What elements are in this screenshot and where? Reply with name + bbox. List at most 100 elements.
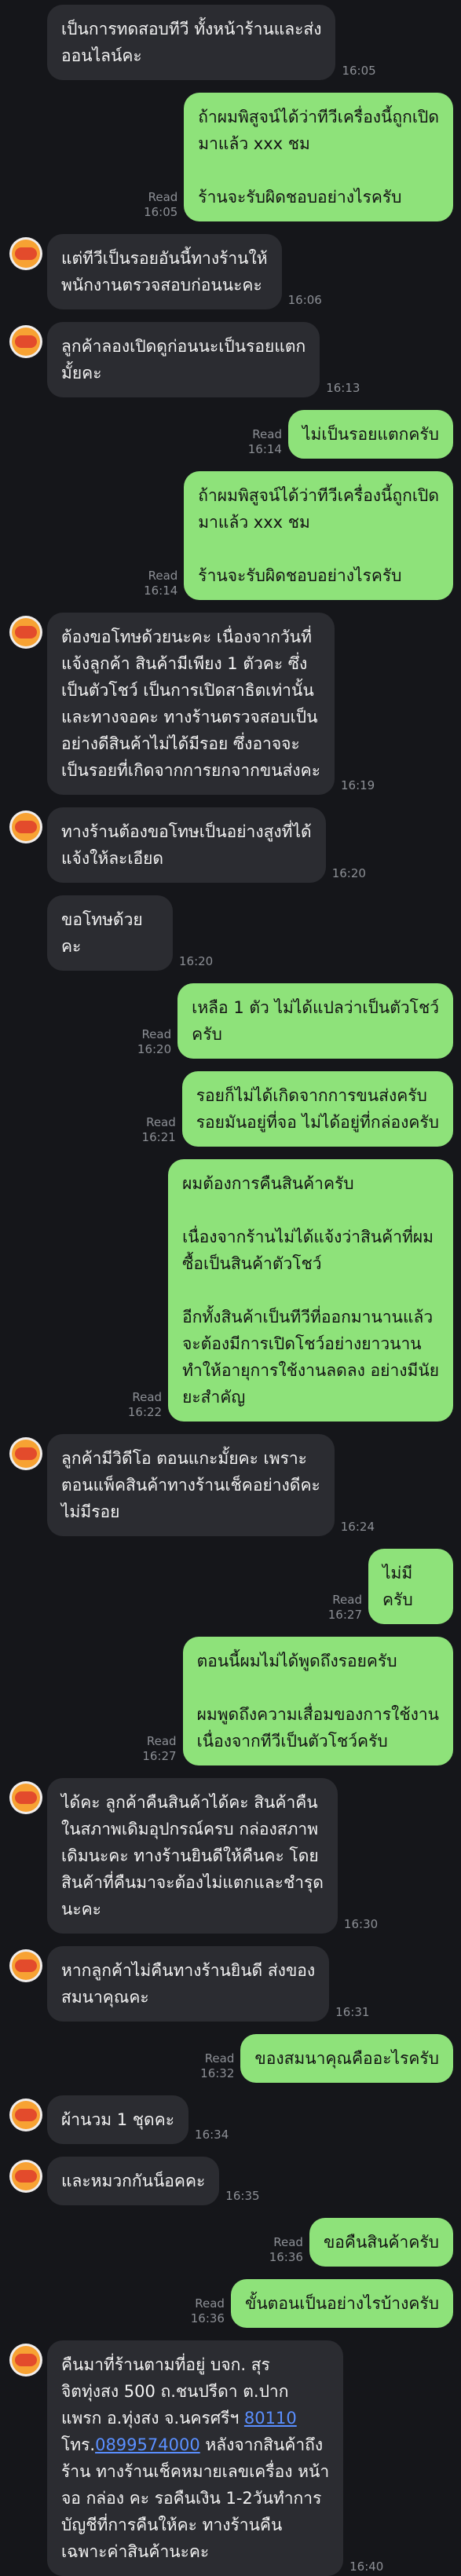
avatar-logo-icon <box>12 1784 40 1812</box>
incoming-message: หากลูกค้าไม่คืนทางร้านยินดี ส่งของ สมนาค… <box>0 1946 461 2022</box>
message-bubble[interactable]: ตอนนี้ผมไม่ได้พูดถึงรอยครับ ผมพูดถึงความ… <box>182 1637 453 1766</box>
outgoing-message: Read 16:20 เหลือ 1 ตัว ไม่ได้แปลว่าเป็นตัว… <box>0 983 461 1059</box>
message-bubble[interactable]: ทางร้านต้องขอโทษเป็นอย่างสูงที่ได้ แจ้งใ… <box>47 807 326 883</box>
message-meta: 16:20 <box>332 866 366 881</box>
message-timestamp: 16:40 <box>349 2560 384 2574</box>
message-meta: Read 16:27 <box>142 1734 176 1764</box>
incoming-message: ทางร้านต้องขอโทษเป็นอย่างสูงที่ได้ แจ้งใ… <box>0 807 461 883</box>
message-bubble[interactable]: ผมต้องการคืนสินค้าครับ เนื่องจากร้านไม่ไ… <box>168 1159 453 1422</box>
chat-thread: เป็นการทดสอบทีวี ทั้งหน้าร้านและส่ง ออนไ… <box>0 0 461 2576</box>
message-timestamp: 16:14 <box>144 584 178 598</box>
message-timestamp: 16:36 <box>190 2311 225 2325</box>
message-timestamp: 16:21 <box>141 1130 176 1144</box>
shop-avatar[interactable] <box>9 616 42 649</box>
outgoing-message: Read 16:14 ไม่เป็นรอยแตกครับ <box>0 410 461 459</box>
read-receipt: Read <box>252 427 282 441</box>
incoming-message: ลูกค้าลองเปิดดูก่อนนะเป็นรอยแตก มั้ยคะ 16… <box>0 322 461 397</box>
message-link[interactable]: 0899574000 <box>95 2435 200 2454</box>
message-bubble[interactable]: ลูกค้าลองเปิดดูก่อนนะเป็นรอยแตก มั้ยคะ <box>47 322 320 397</box>
message-bubble[interactable]: หากลูกค้าไม่คืนทางร้านยินดี ส่งของ สมนาค… <box>47 1946 330 2022</box>
avatar-logo-icon <box>12 240 40 268</box>
shop-avatar[interactable] <box>9 1949 42 1982</box>
message-meta: 16:20 <box>179 954 213 969</box>
message-timestamp: 16:31 <box>335 2005 370 2019</box>
outgoing-message: Read 16:32 ของสมนาคุณคืออะไรครับ <box>0 2034 461 2083</box>
shop-avatar[interactable] <box>9 2344 42 2377</box>
message-meta: 16:19 <box>341 778 375 793</box>
message-bubble[interactable]: ลูกค้ามีวิดีโอ ตอนแกะมั้ยคะ เพราะ ตอนแพ็… <box>47 1434 335 1536</box>
message-timestamp: 16:34 <box>195 2128 229 2142</box>
message-timestamp: 16:22 <box>127 1405 163 1419</box>
message-bubble[interactable]: ถ้าผมพิสูจน์ได้ว่าทีวีเครื่องนี้ถูกเปิด … <box>184 93 453 221</box>
message-bubble[interactable]: และหมวกกันน็อคคะ <box>47 2157 220 2205</box>
message-bubble[interactable]: ถ้าผมพิสูจน์ได้ว่าทีวีเครื่องนี้ถูกเปิด … <box>184 471 453 600</box>
message-timestamp: 16:13 <box>326 381 360 395</box>
message-timestamp: 16:36 <box>269 2250 303 2264</box>
avatar-logo-icon <box>12 2162 40 2190</box>
incoming-message: ได้คะ ลูกค้าคืนสินค้าได้คะ สินค้าคืน ในส… <box>0 1778 461 1934</box>
shop-avatar[interactable] <box>9 1781 42 1814</box>
message-bubble[interactable]: ของสมนาคุณคืออะไรครับ <box>240 2034 453 2083</box>
message-meta: Read 16:36 <box>269 2235 303 2265</box>
read-receipt: Read <box>146 1115 176 1129</box>
shop-avatar[interactable] <box>9 2160 42 2193</box>
message-bubble[interactable]: แต่ทีวีเป็นรอยอันนี้ทางร้านให้ พนักงานตร… <box>47 234 282 309</box>
shop-avatar[interactable] <box>9 810 42 843</box>
message-timestamp: 16:32 <box>200 2066 235 2080</box>
outgoing-message: Read 16:27 ตอนนี้ผมไม่ได้พูดถึงรอยครับ ผมพ… <box>0 1637 461 1766</box>
outgoing-message: Read 16:21 รอยก็ไม่ได้เกิดจากการขนส่งครับ … <box>0 1071 461 1147</box>
message-meta: 16:35 <box>225 2189 259 2204</box>
message-timestamp: 16:35 <box>225 2189 260 2203</box>
outgoing-message: Read 16:27 ไม่มีครับ <box>0 1549 461 1624</box>
shop-avatar[interactable] <box>9 1437 42 1470</box>
message-meta: 16:24 <box>341 1520 375 1535</box>
message-bubble[interactable]: เหลือ 1 ตัว ไม่ได้แปลว่าเป็นตัวโชว์ ครับ <box>177 983 453 1059</box>
avatar-logo-icon <box>12 2346 40 2374</box>
message-timestamp: 16:27 <box>142 1749 177 1763</box>
avatar-logo-icon <box>12 1952 40 1980</box>
read-receipt: Read <box>146 1734 177 1748</box>
message-meta: 16:30 <box>344 1917 378 1932</box>
message-timestamp: 16:06 <box>287 293 322 307</box>
read-receipt: Read <box>204 2051 235 2066</box>
incoming-message: ต้องขอโทษด้วยนะคะ เนื่องจากวันที่ แจ้งลู… <box>0 613 461 795</box>
message-timestamp: 16:20 <box>137 1042 172 1056</box>
message-bubble[interactable]: ไม่เป็นรอยแตกครับ <box>287 410 453 459</box>
read-receipt: Read <box>141 1027 172 1041</box>
message-bubble[interactable]: ขั้นตอนเป็นอย่างไรบ้างครับ <box>230 2279 453 2328</box>
message-link[interactable]: 80110 <box>244 2409 297 2428</box>
shop-avatar[interactable] <box>9 2098 42 2131</box>
message-timestamp: 16:19 <box>340 778 375 792</box>
read-receipt: Read <box>132 1390 163 1404</box>
message-meta: Read 16:22 <box>128 1390 162 1420</box>
message-meta: 16:06 <box>288 293 322 308</box>
message-meta: Read 16:14 <box>144 569 177 598</box>
shop-avatar[interactable] <box>9 325 42 358</box>
message-meta: Read 16:36 <box>191 2296 225 2326</box>
read-receipt: Read <box>273 2235 303 2249</box>
message-bubble[interactable]: รอยก็ไม่ได้เกิดจากการขนส่งครับ รอยมันอยู… <box>181 1071 453 1147</box>
message-bubble[interactable]: เป็นการทดสอบทีวี ทั้งหน้าร้านและส่ง ออนไ… <box>47 5 336 80</box>
incoming-message: ผ้านวม 1 ชุดคะ 16:34 <box>0 2095 461 2144</box>
message-meta: Read 16:21 <box>142 1115 176 1145</box>
message-bubble[interactable]: คืนมาที่ร้านตามที่อยู่ บจก. สุร จิตทุ่งส… <box>47 2340 344 2576</box>
message-bubble[interactable]: ผ้านวม 1 ชุดคะ <box>47 2095 189 2144</box>
message-meta: 16:13 <box>326 381 360 396</box>
message-timestamp: 16:27 <box>327 1608 362 1622</box>
read-receipt: Read <box>195 2296 225 2311</box>
avatar-logo-icon <box>12 2101 40 2129</box>
message-bubble[interactable]: ไม่มีครับ <box>368 1549 453 1624</box>
outgoing-message: Read 16:22 ผมต้องการคืนสินค้าครับ เนื่องจา… <box>0 1159 461 1422</box>
outgoing-message: Read 16:14 ถ้าผมพิสูจน์ได้ว่าทีวีเครื่องนี… <box>0 471 461 600</box>
message-meta: Read 16:27 <box>328 1593 362 1623</box>
incoming-message: และหมวกกันน็อคคะ 16:35 <box>0 2157 461 2205</box>
message-meta: Read 16:32 <box>200 2051 234 2081</box>
message-timestamp: 16:20 <box>179 954 214 968</box>
shop-avatar[interactable] <box>9 237 42 270</box>
message-bubble[interactable]: ต้องขอโทษด้วยนะคะ เนื่องจากวันที่ แจ้งลู… <box>47 613 335 795</box>
message-bubble[interactable]: ขอคืนสินค้าครับ <box>309 2218 453 2267</box>
message-meta: 16:40 <box>349 2560 383 2574</box>
message-bubble[interactable]: ขอโทษด้วยคะ <box>47 895 173 971</box>
incoming-message: ขอโทษด้วยคะ 16:20 <box>0 895 461 971</box>
message-bubble[interactable]: ได้คะ ลูกค้าคืนสินค้าได้คะ สินค้าคืน ในส… <box>47 1778 338 1934</box>
